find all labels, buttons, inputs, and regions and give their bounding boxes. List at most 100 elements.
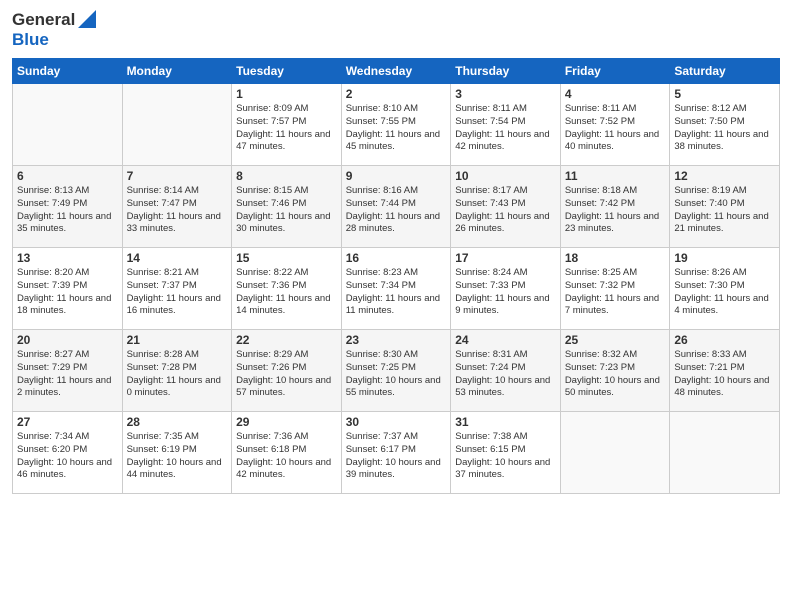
logo-icon	[78, 10, 96, 28]
day-number: 24	[455, 333, 556, 347]
day-info: Sunrise: 8:32 AM Sunset: 7:23 PM Dayligh…	[565, 349, 666, 400]
day-info: Sunrise: 7:34 AM Sunset: 6:20 PM Dayligh…	[17, 431, 118, 482]
day-number: 7	[127, 169, 228, 183]
day-header-monday: Monday	[122, 59, 232, 84]
day-number: 12	[674, 169, 775, 183]
day-number: 11	[565, 169, 666, 183]
calendar-day-cell: 21 Sunrise: 8:28 AM Sunset: 7:28 PM Dayli…	[122, 330, 232, 412]
day-number: 16	[346, 251, 447, 265]
calendar-container: General Blue SundayMondayTuesdayWednesda…	[0, 0, 792, 612]
day-number: 17	[455, 251, 556, 265]
day-info: Sunrise: 8:33 AM Sunset: 7:21 PM Dayligh…	[674, 349, 775, 400]
day-info: Sunrise: 7:37 AM Sunset: 6:17 PM Dayligh…	[346, 431, 447, 482]
calendar-day-cell: 14 Sunrise: 8:21 AM Sunset: 7:37 PM Dayli…	[122, 248, 232, 330]
day-info: Sunrise: 8:09 AM Sunset: 7:57 PM Dayligh…	[236, 103, 337, 154]
day-info: Sunrise: 7:38 AM Sunset: 6:15 PM Dayligh…	[455, 431, 556, 482]
day-number: 22	[236, 333, 337, 347]
calendar-day-cell: 15Sunrise: 8:22 AM Sunset: 7:36 PM Dayli…	[232, 248, 342, 330]
calendar-day-cell: 7 Sunrise: 8:14 AM Sunset: 7:47 PM Daylig…	[122, 166, 232, 248]
calendar-week-row: 27Sunrise: 7:34 AM Sunset: 6:20 PM Dayli…	[13, 412, 780, 494]
day-info: Sunrise: 8:25 AM Sunset: 7:32 PM Dayligh…	[565, 267, 666, 318]
calendar-day-cell: 10 Sunrise: 8:17 AM Sunset: 7:43 PM Dayli…	[451, 166, 561, 248]
calendar-day-cell	[122, 84, 232, 166]
day-number: 23	[346, 333, 447, 347]
calendar-table: SundayMondayTuesdayWednesdayThursdayFrid…	[12, 58, 780, 494]
calendar-header-row: SundayMondayTuesdayWednesdayThursdayFrid…	[13, 59, 780, 84]
calendar-day-cell: 24Sunrise: 8:31 AM Sunset: 7:24 PM Dayli…	[451, 330, 561, 412]
day-number: 4	[565, 87, 666, 101]
calendar-day-cell: 17Sunrise: 8:24 AM Sunset: 7:33 PM Dayli…	[451, 248, 561, 330]
calendar-day-cell: 11 Sunrise: 8:18 AM Sunset: 7:42 PM Dayli…	[560, 166, 670, 248]
day-info: Sunrise: 8:26 AM Sunset: 7:30 PM Dayligh…	[674, 267, 775, 318]
day-number: 21	[127, 333, 228, 347]
calendar-day-cell: 12 Sunrise: 8:19 AM Sunset: 7:40 PM Dayli…	[670, 166, 780, 248]
day-number: 8	[236, 169, 337, 183]
day-number: 3	[455, 87, 556, 101]
calendar-day-cell: 13Sunrise: 8:20 AM Sunset: 7:39 PM Dayli…	[13, 248, 123, 330]
day-info: Sunrise: 7:36 AM Sunset: 6:18 PM Dayligh…	[236, 431, 337, 482]
calendar-day-cell: 28Sunrise: 7:35 AM Sunset: 6:19 PM Dayli…	[122, 412, 232, 494]
day-number: 15	[236, 251, 337, 265]
calendar-day-cell: 19 Sunrise: 8:26 AM Sunset: 7:30 PM Dayli…	[670, 248, 780, 330]
day-number: 6	[17, 169, 118, 183]
day-header-sunday: Sunday	[13, 59, 123, 84]
day-number: 10	[455, 169, 556, 183]
day-header-thursday: Thursday	[451, 59, 561, 84]
calendar-day-cell	[13, 84, 123, 166]
calendar-day-cell	[560, 412, 670, 494]
calendar-week-row: 1 Sunrise: 8:09 AM Sunset: 7:57 PM Daylig…	[13, 84, 780, 166]
day-header-saturday: Saturday	[670, 59, 780, 84]
day-number: 18	[565, 251, 666, 265]
day-info: Sunrise: 8:28 AM Sunset: 7:28 PM Dayligh…	[127, 349, 228, 400]
day-number: 29	[236, 415, 337, 429]
calendar-day-cell: 29 Sunrise: 7:36 AM Sunset: 6:18 PM Dayli…	[232, 412, 342, 494]
logo-general-text: General	[12, 10, 75, 30]
day-info: Sunrise: 8:15 AM Sunset: 7:46 PM Dayligh…	[236, 185, 337, 236]
day-number: 30	[346, 415, 447, 429]
calendar-day-cell	[670, 412, 780, 494]
day-info: Sunrise: 8:13 AM Sunset: 7:49 PM Dayligh…	[17, 185, 118, 236]
calendar-week-row: 13Sunrise: 8:20 AM Sunset: 7:39 PM Dayli…	[13, 248, 780, 330]
day-info: Sunrise: 8:12 AM Sunset: 7:50 PM Dayligh…	[674, 103, 775, 154]
day-number: 31	[455, 415, 556, 429]
day-number: 26	[674, 333, 775, 347]
calendar-day-cell: 30 Sunrise: 7:37 AM Sunset: 6:17 PM Dayli…	[341, 412, 451, 494]
day-info: Sunrise: 8:17 AM Sunset: 7:43 PM Dayligh…	[455, 185, 556, 236]
day-info: Sunrise: 8:27 AM Sunset: 7:29 PM Dayligh…	[17, 349, 118, 400]
day-info: Sunrise: 8:30 AM Sunset: 7:25 PM Dayligh…	[346, 349, 447, 400]
calendar-day-cell: 27Sunrise: 7:34 AM Sunset: 6:20 PM Dayli…	[13, 412, 123, 494]
calendar-day-cell: 31 Sunrise: 7:38 AM Sunset: 6:15 PM Dayli…	[451, 412, 561, 494]
day-header-friday: Friday	[560, 59, 670, 84]
calendar-week-row: 6 Sunrise: 8:13 AM Sunset: 7:49 PM Daylig…	[13, 166, 780, 248]
calendar-day-cell: 18 Sunrise: 8:25 AM Sunset: 7:32 PM Dayli…	[560, 248, 670, 330]
day-info: Sunrise: 8:21 AM Sunset: 7:37 PM Dayligh…	[127, 267, 228, 318]
day-info: Sunrise: 8:10 AM Sunset: 7:55 PM Dayligh…	[346, 103, 447, 154]
day-info: Sunrise: 8:14 AM Sunset: 7:47 PM Dayligh…	[127, 185, 228, 236]
day-info: Sunrise: 8:29 AM Sunset: 7:26 PM Dayligh…	[236, 349, 337, 400]
day-info: Sunrise: 8:11 AM Sunset: 7:54 PM Dayligh…	[455, 103, 556, 154]
day-number: 25	[565, 333, 666, 347]
logo: General Blue	[12, 10, 96, 50]
calendar-day-cell: 25 Sunrise: 8:32 AM Sunset: 7:23 PM Dayli…	[560, 330, 670, 412]
day-number: 2	[346, 87, 447, 101]
day-number: 1	[236, 87, 337, 101]
day-number: 28	[127, 415, 228, 429]
calendar-day-cell: 26 Sunrise: 8:33 AM Sunset: 7:21 PM Dayli…	[670, 330, 780, 412]
day-info: Sunrise: 8:19 AM Sunset: 7:40 PM Dayligh…	[674, 185, 775, 236]
calendar-day-cell: 3 Sunrise: 8:11 AM Sunset: 7:54 PM Daylig…	[451, 84, 561, 166]
calendar-day-cell: 6 Sunrise: 8:13 AM Sunset: 7:49 PM Daylig…	[13, 166, 123, 248]
day-number: 14	[127, 251, 228, 265]
day-number: 5	[674, 87, 775, 101]
calendar-day-cell: 16Sunrise: 8:23 AM Sunset: 7:34 PM Dayli…	[341, 248, 451, 330]
calendar-week-row: 20 Sunrise: 8:27 AM Sunset: 7:29 PM Dayli…	[13, 330, 780, 412]
day-info: Sunrise: 8:18 AM Sunset: 7:42 PM Dayligh…	[565, 185, 666, 236]
calendar-day-cell: 4Sunrise: 8:11 AM Sunset: 7:52 PM Daylig…	[560, 84, 670, 166]
day-header-wednesday: Wednesday	[341, 59, 451, 84]
day-number: 20	[17, 333, 118, 347]
calendar-day-cell: 9Sunrise: 8:16 AM Sunset: 7:44 PM Daylig…	[341, 166, 451, 248]
calendar-day-cell: 5 Sunrise: 8:12 AM Sunset: 7:50 PM Daylig…	[670, 84, 780, 166]
calendar-day-cell: 2 Sunrise: 8:10 AM Sunset: 7:55 PM Daylig…	[341, 84, 451, 166]
day-number: 19	[674, 251, 775, 265]
day-info: Sunrise: 8:20 AM Sunset: 7:39 PM Dayligh…	[17, 267, 118, 318]
header: General Blue	[12, 10, 780, 50]
